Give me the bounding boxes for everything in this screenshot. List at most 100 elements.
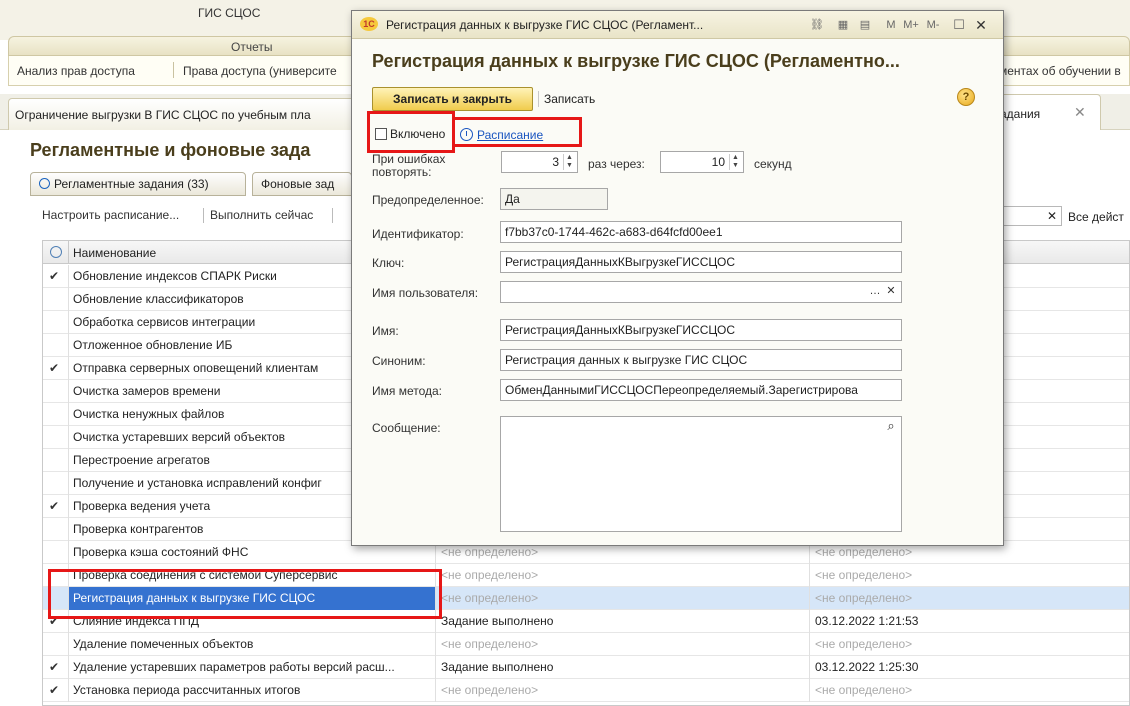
row-date: <не определено> — [815, 683, 913, 697]
row-date: <не определено> — [815, 591, 913, 605]
column-divider — [68, 241, 69, 264]
select-user-icon[interactable]: … — [867, 284, 883, 300]
separator — [538, 91, 539, 107]
table-row[interactable]: ✔ Удаление устаревших параметров работы в… — [43, 656, 1129, 679]
column-divider — [809, 633, 810, 656]
row-name: Проверка кэша состояний ФНС — [73, 545, 249, 559]
column-divider — [435, 656, 436, 679]
separator — [332, 208, 333, 223]
report-link-access-analysis[interactable]: Анализ прав доступа — [17, 64, 135, 78]
configure-schedule-button[interactable]: Настроить расписание... — [42, 208, 179, 222]
row-state: <не определено> — [441, 637, 539, 651]
tab-export-restriction[interactable]: Ограничение выгрузки В ГИС СЦОС по учебн… — [8, 98, 358, 130]
id-field[interactable]: f7bb37c0-1744-462c-a683-d64fcfd00ee1 — [500, 221, 902, 243]
column-divider — [68, 403, 69, 426]
column-divider — [68, 472, 69, 495]
message-field[interactable]: ⌕ — [500, 416, 902, 532]
method-label: Имя метода: — [372, 384, 443, 398]
column-divider — [68, 288, 69, 311]
retry-count-input[interactable]: 3 ▲ ▼ — [501, 151, 578, 173]
run-now-button[interactable]: Выполнить сейчас — [210, 208, 313, 222]
subtab-background-jobs[interactable]: Фоновые зад — [252, 172, 352, 196]
tab-scheduled-jobs-label: адания — [1000, 107, 1041, 121]
highlight-frame-rows — [48, 569, 442, 619]
retry-interval-input[interactable]: 10 ▲ ▼ — [660, 151, 744, 173]
column-divider — [809, 656, 810, 679]
column-divider — [68, 541, 69, 564]
column-divider — [68, 656, 69, 679]
maximize-icon[interactable]: ☐ — [950, 16, 968, 34]
message-label: Сообщение: — [372, 421, 441, 435]
column-divider — [435, 633, 436, 656]
all-actions-menu[interactable]: Все дейст — [1068, 210, 1124, 224]
method-field[interactable]: ОбменДаннымиГИССЦОСПереопределяемый.Заре… — [500, 379, 902, 401]
retry-interval-value: 10 — [711, 155, 725, 169]
dialog-heading: Регистрация данных к выгрузке ГИС СЦОС (… — [372, 51, 900, 71]
highlight-frame-enabled — [367, 111, 455, 153]
row-name: Удаление помеченных объектов — [73, 637, 254, 651]
reports-section-label: Отчеты — [231, 40, 273, 54]
subtab-scheduled-jobs-label: Регламентные задания (33) — [54, 177, 209, 191]
clear-user-icon[interactable]: ✕ — [883, 284, 899, 300]
report-link-access-rights[interactable]: Права доступа (университе — [183, 64, 337, 78]
row-date: 03.12.2022 1:21:53 — [815, 614, 919, 628]
row-check-icon: ✔ — [49, 683, 60, 697]
clock-icon — [50, 246, 62, 258]
column-divider — [68, 679, 69, 702]
key-field[interactable]: РегистрацияДанныхКВыгрузкеГИССЦОС — [500, 251, 902, 273]
row-date: <не определено> — [815, 637, 913, 651]
report-link-education-docs[interactable]: ментах об обучении в — [999, 64, 1121, 78]
memory-plus-button[interactable]: M+ — [900, 16, 922, 34]
row-state: Задание выполнено — [441, 660, 554, 674]
row-check-icon: ✔ — [49, 499, 60, 513]
app-title: ГИС СЦОС — [198, 6, 261, 20]
row-name: Удаление устаревших параметров работы ве… — [73, 660, 395, 674]
column-divider — [809, 587, 810, 610]
spinner-icon[interactable]: ▲ ▼ — [563, 154, 575, 170]
retry-unit-label: секунд — [754, 157, 792, 171]
dialog-window-title: Регистрация данных к выгрузке ГИС СЦОС (… — [386, 18, 704, 32]
column-divider — [68, 265, 69, 288]
column-divider — [68, 518, 69, 541]
link-icon[interactable]: ⛓ — [808, 16, 826, 34]
user-field[interactable]: … ✕ — [500, 281, 902, 303]
name-label: Имя: — [372, 324, 399, 338]
table-row[interactable]: ✔ Установка периода рассчитанных итогов <н… — [43, 679, 1129, 702]
help-icon[interactable]: ? — [957, 88, 975, 106]
synonym-field[interactable]: Регистрация данных к выгрузке ГИС СЦОС — [500, 349, 902, 371]
search-icon[interactable]: ⌕ — [883, 419, 899, 435]
column-divider — [68, 334, 69, 357]
close-tab-icon[interactable]: ✕ — [1074, 104, 1086, 121]
save-button[interactable]: Записать — [544, 92, 595, 106]
row-state: <не определено> — [441, 568, 539, 582]
row-date: <не определено> — [815, 568, 913, 582]
row-check-icon: ✔ — [49, 269, 60, 283]
column-header-name[interactable]: Наименование — [73, 246, 156, 260]
close-icon[interactable]: ✕ — [972, 16, 990, 34]
dialog-titlebar[interactable]: 1С Регистрация данных к выгрузке ГИС СЦО… — [352, 11, 1003, 39]
subtab-scheduled-jobs[interactable]: Регламентные задания (33) — [30, 172, 246, 196]
retry-count-value: 3 — [552, 155, 559, 169]
retry-label: При ошибках повторять: — [372, 152, 446, 179]
spinner-icon[interactable]: ▲ ▼ — [729, 154, 741, 170]
memory-m-button[interactable]: M — [882, 16, 900, 34]
clear-search-icon[interactable]: ✕ — [1045, 209, 1059, 223]
1c-logo-icon: 1С — [360, 17, 378, 31]
calculator-icon[interactable]: ▦ — [834, 16, 852, 34]
memory-minus-button[interactable]: M- — [922, 16, 944, 34]
row-check-icon: ✔ — [49, 361, 60, 375]
calendar-icon[interactable]: ▤ — [856, 16, 874, 34]
row-state: <не определено> — [441, 545, 539, 559]
column-divider — [68, 357, 69, 380]
table-row[interactable]: Удаление помеченных объектов <не определе… — [43, 633, 1129, 656]
row-state: <не определено> — [441, 591, 539, 605]
save-and-close-button[interactable]: Записать и закрыть — [372, 87, 533, 111]
column-divider — [68, 380, 69, 403]
row-name: Установка периода рассчитанных итогов — [73, 683, 301, 697]
tab-scheduled-jobs[interactable]: адания ✕ — [995, 94, 1101, 130]
name-field[interactable]: РегистрацияДанныхКВыгрузкеГИССЦОС — [500, 319, 902, 341]
column-divider — [435, 679, 436, 702]
column-divider — [68, 311, 69, 334]
row-state: <не определено> — [441, 683, 539, 697]
job-dialog: 1С Регистрация данных к выгрузке ГИС СЦО… — [351, 10, 1004, 546]
